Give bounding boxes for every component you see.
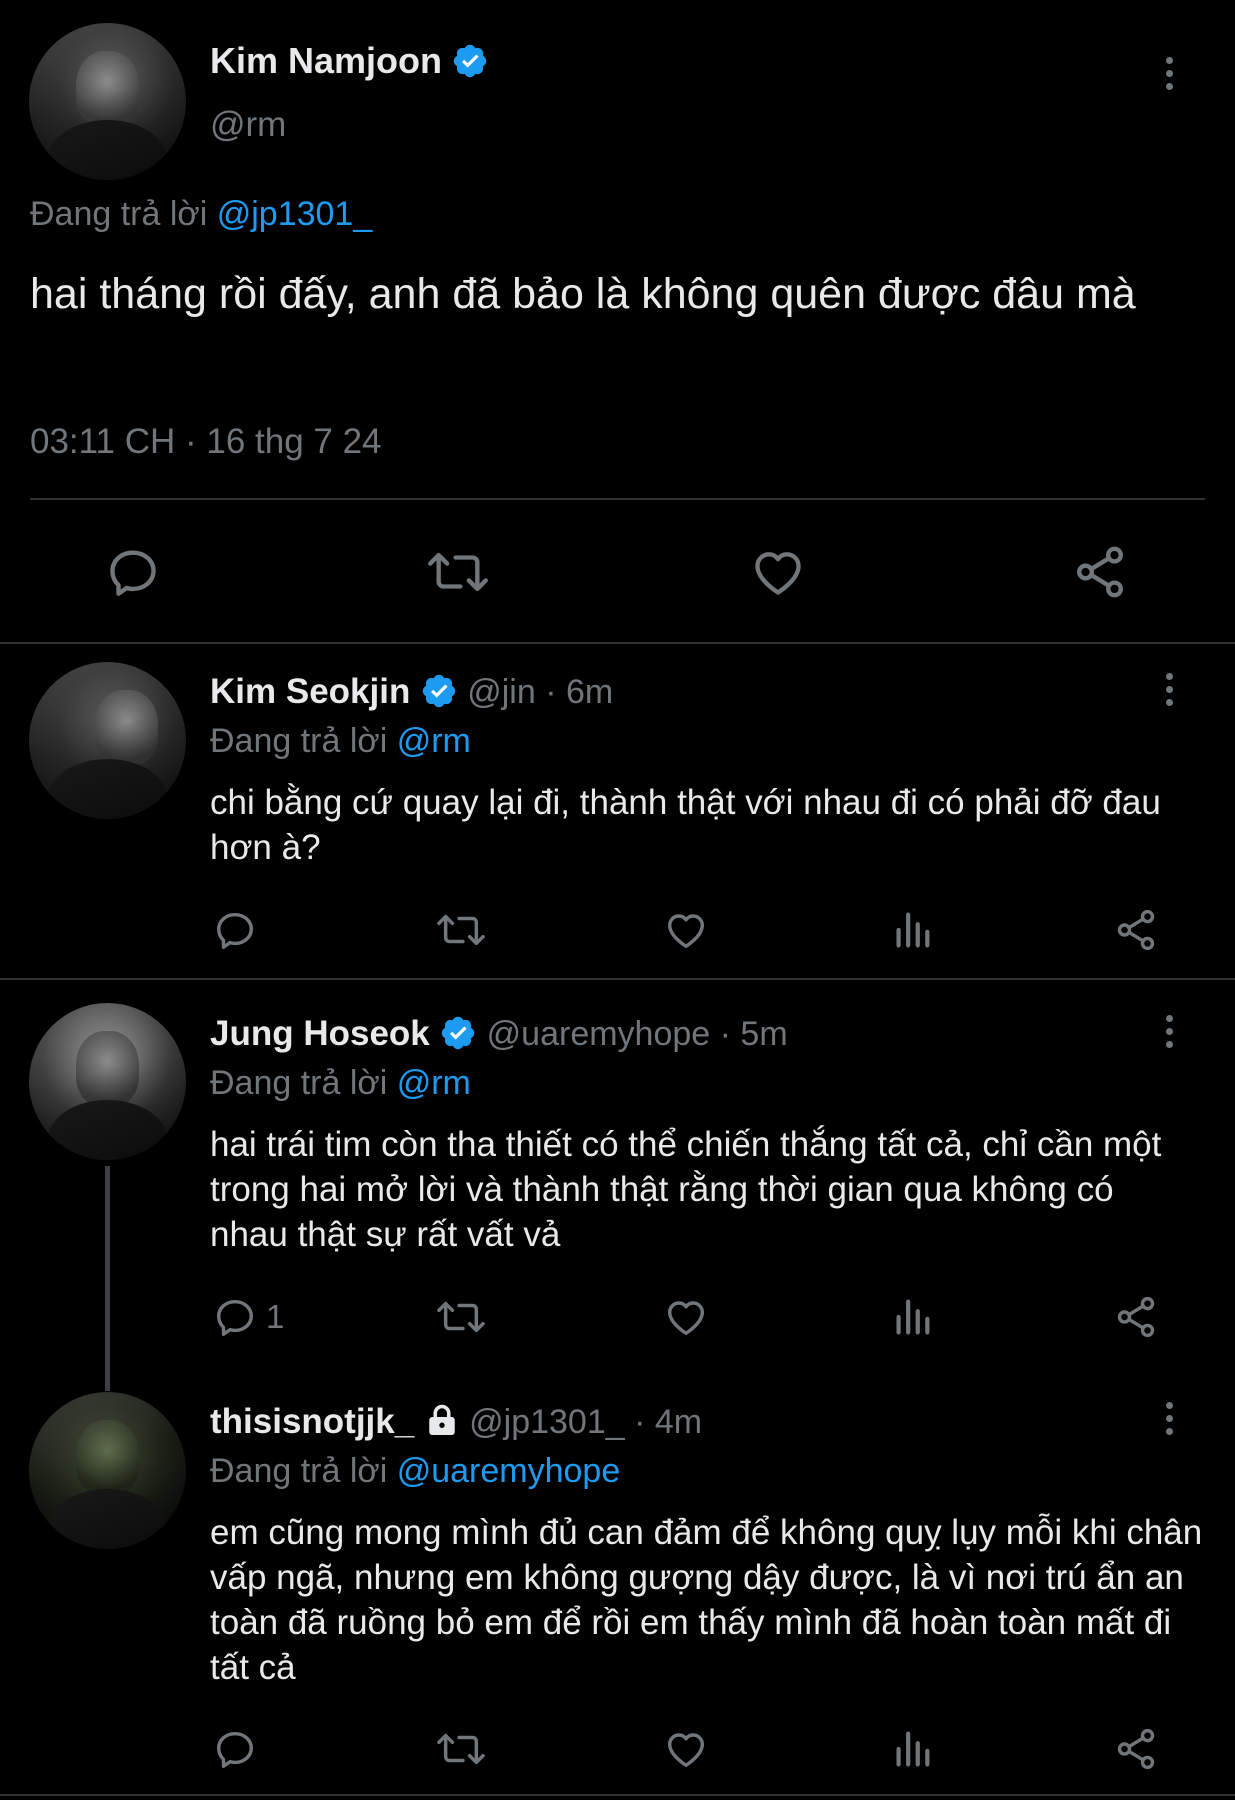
handle[interactable]: @rm	[210, 105, 286, 145]
verified-badge-icon	[441, 1016, 475, 1050]
lock-icon	[428, 1404, 455, 1436]
avatar-thisisnotjjk[interactable]	[29, 1392, 186, 1549]
thread-line	[105, 1166, 110, 1391]
timestamp[interactable]: 03:11 CH · 16 thg 7 24	[30, 422, 382, 462]
more-options-icon[interactable]	[1166, 1015, 1176, 1054]
tweet-text: hai tháng rồi đấy, anh đã bảo là không q…	[30, 270, 1136, 318]
relative-time[interactable]: · 6m	[545, 673, 613, 711]
replying-to-mention[interactable]: @uaremyhope	[397, 1452, 621, 1490]
replying-to: Đang trả lời @uaremyhope	[210, 1452, 621, 1490]
avatar-kim-seokjin[interactable]	[29, 662, 186, 819]
replying-to-mention[interactable]: @jp1301_	[217, 195, 373, 233]
retweet-icon[interactable]	[434, 1726, 488, 1772]
replying-to: Đang trả lời @jp1301_	[30, 195, 373, 233]
share-icon[interactable]	[1113, 907, 1159, 953]
more-options-icon[interactable]	[1166, 57, 1176, 96]
replying-to: Đang trả lời @rm	[210, 722, 471, 760]
relative-time[interactable]: · 4m	[634, 1403, 702, 1441]
like-icon[interactable]	[663, 1294, 709, 1340]
handle[interactable]: @jp1301_	[469, 1403, 625, 1441]
verified-badge-icon	[422, 674, 456, 708]
handle[interactable]: @jin	[467, 673, 536, 711]
tweet-text: hai trái tim còn tha thiết có thể chiến …	[210, 1125, 1162, 1254]
reply-icon[interactable]	[212, 907, 258, 953]
display-name[interactable]: Kim Namjoon	[210, 40, 442, 81]
retweet-icon[interactable]	[424, 543, 492, 601]
retweet-icon[interactable]	[434, 1294, 488, 1340]
replying-to-mention[interactable]: @rm	[397, 722, 471, 760]
reply-icon[interactable]	[104, 543, 162, 601]
views-icon[interactable]	[889, 1294, 935, 1340]
views-icon[interactable]	[889, 1726, 935, 1772]
tweet-text: chi bằng cứ quay lại đi, thành thật với …	[210, 783, 1161, 867]
replying-to-mention[interactable]: @rm	[397, 1064, 471, 1102]
more-options-icon[interactable]	[1166, 673, 1176, 712]
verified-badge-icon	[454, 44, 487, 78]
share-icon[interactable]	[1113, 1726, 1159, 1772]
replying-to: Đang trả lời @rm	[210, 1064, 471, 1102]
views-icon[interactable]	[889, 907, 935, 953]
divider	[30, 498, 1205, 500]
share-icon[interactable]	[1113, 1294, 1159, 1340]
divider	[0, 642, 1235, 644]
reply-count: 1	[266, 1298, 285, 1335]
avatar-kim-namjoon[interactable]	[29, 23, 186, 180]
divider	[0, 978, 1235, 980]
reply-icon[interactable]	[212, 1294, 258, 1340]
divider	[0, 1794, 1235, 1796]
avatar-jung-hoseok[interactable]	[29, 1003, 186, 1160]
like-icon[interactable]	[748, 543, 808, 601]
like-icon[interactable]	[663, 907, 709, 953]
display-name[interactable]: Kim Seokjin	[210, 672, 410, 711]
more-options-icon[interactable]	[1166, 1402, 1176, 1441]
like-icon[interactable]	[663, 1726, 709, 1772]
tweet-text: em cũng mong mình đủ can đảm để không qu…	[210, 1513, 1203, 1687]
display-name[interactable]: Jung Hoseok	[210, 1014, 430, 1053]
reply-icon[interactable]	[212, 1726, 258, 1772]
retweet-icon[interactable]	[434, 907, 488, 953]
share-icon[interactable]	[1070, 543, 1130, 601]
display-name[interactable]: thisisnotjjk_	[210, 1402, 414, 1441]
handle[interactable]: @uaremyhope	[487, 1015, 711, 1053]
relative-time[interactable]: · 5m	[720, 1015, 788, 1053]
